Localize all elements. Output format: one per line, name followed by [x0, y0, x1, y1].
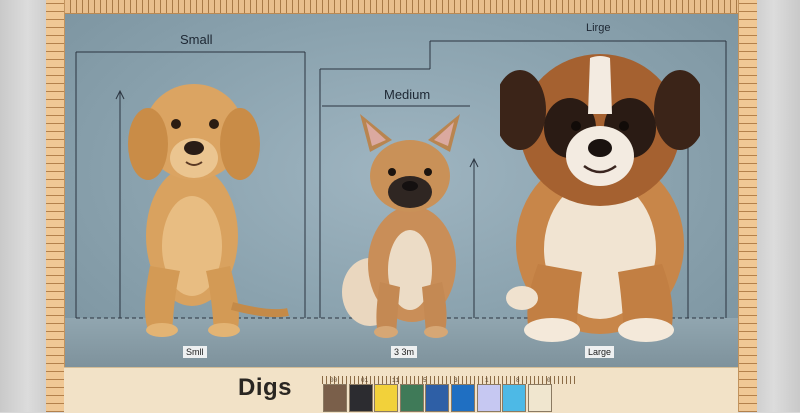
color-swatch — [476, 384, 501, 412]
swatch-number: 01 — [361, 377, 369, 384]
swatch-number: 1 — [485, 377, 489, 384]
color-swatch — [451, 384, 475, 412]
small-size-tag: Smll — [183, 346, 207, 358]
medium-dog — [342, 114, 460, 338]
image-frame: Small Medium Lirge Smll 3 3m Large Digs … — [0, 0, 800, 413]
color-swatch — [348, 384, 373, 412]
large-size-tag: Large — [585, 346, 615, 358]
color-swatch — [323, 384, 347, 412]
color-swatch — [502, 384, 527, 412]
medium-size-tag: 3 3m — [391, 346, 418, 358]
small-label: Small — [180, 32, 213, 47]
swatch-number: 8 — [516, 377, 520, 384]
swatch-number: 00 — [330, 377, 338, 384]
color-swatch — [527, 384, 552, 412]
swatch-number: 0 — [547, 377, 551, 384]
swatch-number: 5 — [423, 377, 427, 384]
caption-text: Digs — [238, 374, 293, 401]
color-swatch — [425, 384, 450, 412]
medium-label: Medium — [384, 87, 431, 102]
large-dog — [500, 54, 700, 342]
small-dog — [128, 84, 289, 337]
swatch-number: 3 — [454, 377, 458, 384]
swatch-number: 11 — [392, 377, 400, 384]
color-swatch — [399, 384, 424, 412]
color-swatch — [374, 384, 399, 412]
large-label: Lirge — [586, 22, 611, 34]
